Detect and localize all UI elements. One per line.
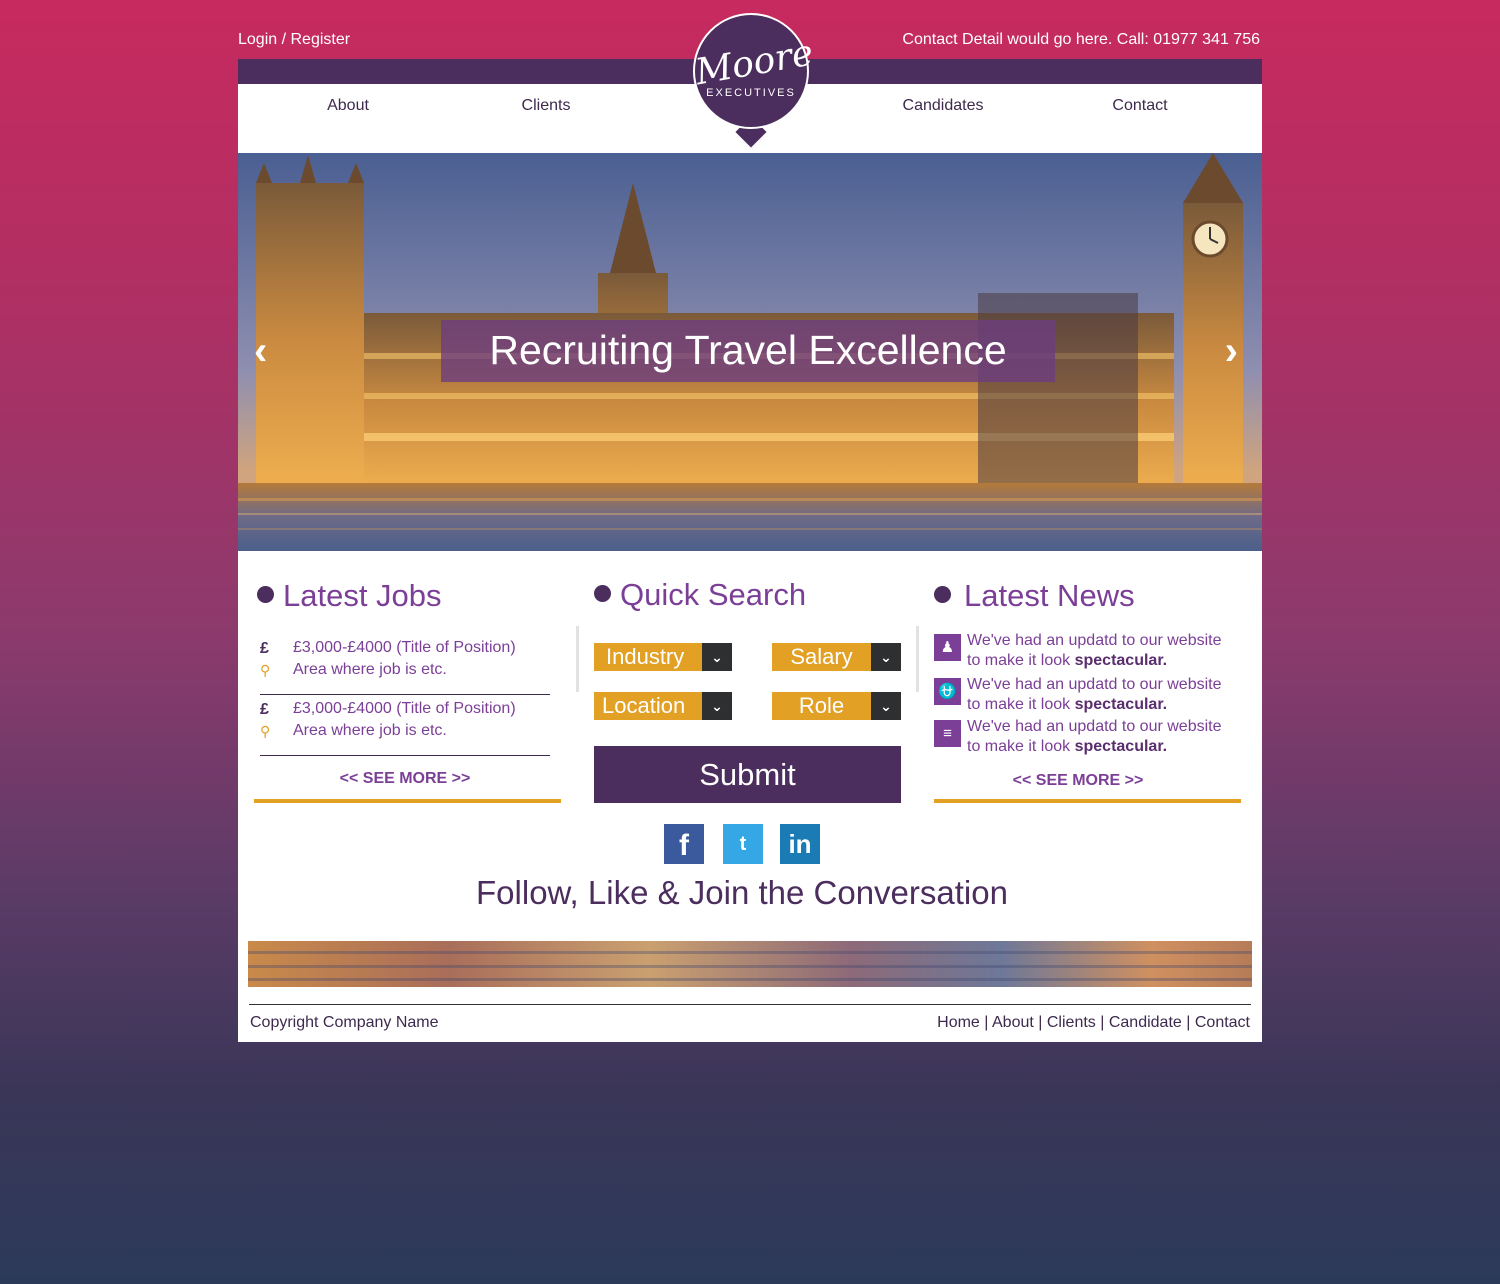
news-see-more-link[interactable]: << SEE MORE >>	[1013, 772, 1144, 790]
job-area: Area where job is etc.	[293, 661, 447, 678]
bullet-dot	[934, 586, 951, 604]
map-pin-icon: ⚲	[260, 662, 271, 678]
job-title: £3,000-£4000 (Title of Position)	[293, 639, 516, 656]
logo-subtitle: Executives	[706, 87, 796, 99]
news-text: We've had an updatd to our website to ma…	[967, 631, 1221, 671]
contact-detail: Contact Detail would go here. Call: 0197…	[902, 31, 1260, 48]
pound-icon: £	[260, 701, 269, 718]
bullet-dot	[594, 585, 611, 603]
job-title: £3,000-£4000 (Title of Position)	[293, 700, 516, 717]
news-item[interactable]: ≡ We've had an updatd to our website to …	[934, 717, 1254, 757]
job-listing[interactable]: £ ⚲ £3,000-£4000 (Title of Position) Are…	[260, 635, 550, 695]
pound-icon: £	[260, 640, 269, 657]
news-line: to make it look	[967, 738, 1071, 755]
news-line: We've had an updatd to our website	[967, 676, 1222, 693]
chevron-down-icon: ⌄	[871, 643, 901, 671]
role-select-label: Role	[798, 693, 845, 718]
news-gold-divider	[934, 799, 1241, 803]
footer-separator: |	[1038, 1014, 1043, 1031]
news-line: We've had an updatd to our website	[967, 718, 1222, 735]
location-select[interactable]: Location ⌄	[594, 692, 732, 720]
user-icon: ♟	[934, 634, 961, 661]
nav-clients[interactable]: Clients	[522, 97, 571, 115]
news-item[interactable]: ♟ We've had an updatd to our website to …	[934, 631, 1254, 671]
water-ripple	[248, 951, 1252, 954]
quick-search-title: Quick Search	[620, 577, 807, 612]
water-ripple	[248, 965, 1252, 968]
chevron-down-icon: ⌄	[871, 692, 901, 720]
footer-link-clients[interactable]: Clients	[1047, 1014, 1096, 1031]
chevron-down-icon: ⌄	[702, 643, 732, 671]
linkedin-icon[interactable]: in	[780, 824, 820, 864]
chevron-down-icon: ⌄	[702, 692, 732, 720]
news-emphasis: spectacular.	[1074, 738, 1168, 755]
latest-jobs-title: Latest Jobs	[283, 578, 442, 613]
nav-about[interactable]: About	[327, 97, 369, 115]
role-select[interactable]: Role ⌄	[772, 692, 901, 720]
map-pin-icon: ⚲	[260, 723, 271, 739]
location-select-label: Location	[602, 693, 686, 718]
chevron-right-icon[interactable]: ›	[1225, 329, 1238, 373]
footer-link-contact[interactable]: Contact	[1195, 1014, 1250, 1031]
footer-link-candidate[interactable]: Candidate	[1109, 1014, 1182, 1031]
twitter-icon[interactable]: t	[723, 824, 763, 864]
align-center-icon: ≡	[934, 720, 961, 747]
latest-jobs-heading: Latest Jobs	[257, 578, 442, 614]
jobs-see-more-link[interactable]: << SEE MORE >>	[340, 770, 471, 788]
logo[interactable]: Moore Executives	[692, 13, 817, 129]
latest-news-title: Latest News	[964, 578, 1135, 613]
salary-select-label: Salary	[790, 644, 853, 669]
facebook-icon[interactable]: f	[664, 824, 704, 864]
news-line: We've had an updatd to our website	[967, 632, 1222, 649]
nav-contact[interactable]: Contact	[1112, 97, 1167, 115]
job-listing[interactable]: £ ⚲ £3,000-£4000 (Title of Position) Are…	[260, 696, 550, 756]
news-emphasis: spectacular.	[1074, 696, 1168, 713]
column-divider	[576, 626, 579, 692]
jobs-gold-divider	[254, 799, 561, 803]
footer-divider	[249, 1004, 1251, 1005]
industry-select[interactable]: Industry ⌄	[594, 643, 732, 671]
news-text: We've had an updatd to our website to ma…	[967, 717, 1221, 757]
news-text: We've had an updatd to our website to ma…	[967, 675, 1221, 715]
water-ripple	[248, 978, 1252, 981]
bullet-dot	[257, 586, 274, 604]
site-container: About Clients Candidates Contact Moore E…	[238, 13, 1262, 1042]
news-emphasis: spectacular.	[1074, 652, 1168, 669]
follow-tagline: Follow, Like & Join the Conversation	[476, 874, 1008, 911]
job-area: Area where job is etc.	[293, 722, 447, 739]
quick-search-heading: Quick Search	[594, 577, 806, 613]
hero-slider: Recruiting Travel Excellence ‹ ›	[238, 153, 1262, 551]
news-line: to make it look	[967, 652, 1071, 669]
nav-candidates[interactable]: Candidates	[903, 97, 984, 115]
salary-select[interactable]: Salary ⌄	[772, 643, 901, 671]
news-line: to make it look	[967, 696, 1071, 713]
login-register-link[interactable]: Login / Register	[238, 31, 350, 49]
footer-link-about[interactable]: About	[992, 1014, 1034, 1031]
water-banner-image	[248, 941, 1252, 987]
logo-script: Moore	[692, 32, 817, 94]
footer-link-home[interactable]: Home	[937, 1014, 980, 1031]
footer-separator: |	[1100, 1014, 1105, 1031]
copyright-text: Copyright Company Name	[250, 1014, 439, 1031]
industry-select-label: Industry	[606, 644, 685, 669]
hero-caption: Recruiting Travel Excellence	[441, 320, 1055, 382]
paperclip-icon: ⛎	[934, 678, 961, 705]
submit-button[interactable]: Submit	[594, 746, 901, 803]
news-item[interactable]: ⛎ We've had an updatd to our website to …	[934, 675, 1254, 715]
column-divider	[916, 626, 919, 692]
chevron-left-icon[interactable]: ‹	[254, 329, 267, 373]
footer-separator: |	[984, 1014, 989, 1031]
latest-news-heading: Latest News	[934, 578, 1135, 614]
footer-nav: Home | About | Clients | Candidate | Con…	[937, 1014, 1250, 1032]
footer-separator: |	[1186, 1014, 1191, 1031]
